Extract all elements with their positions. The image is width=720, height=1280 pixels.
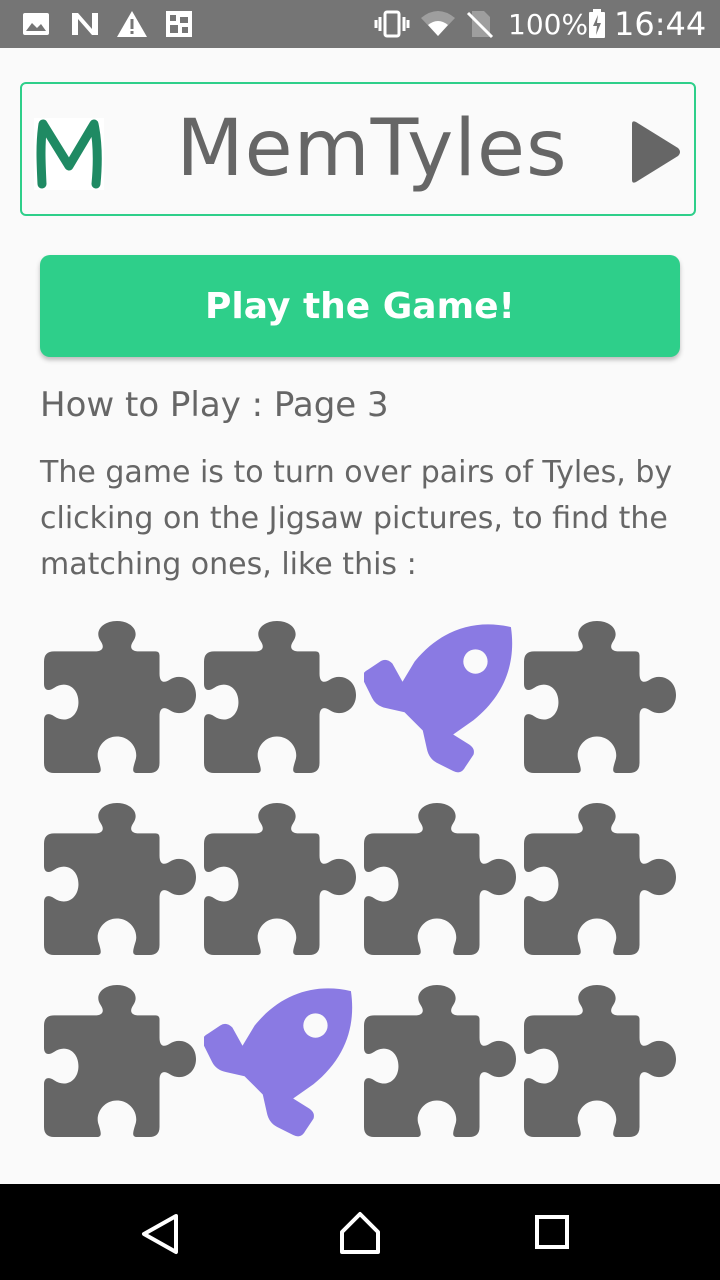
app-header: MemTyles xyxy=(20,82,696,216)
tile-rocket[interactable] xyxy=(202,985,356,1137)
tile-puzzle[interactable] xyxy=(204,803,356,955)
wifi-icon xyxy=(420,0,456,48)
tile-puzzle[interactable] xyxy=(524,985,676,1137)
tile-puzzle[interactable] xyxy=(44,803,196,955)
page-heading: How to Play : Page 3 xyxy=(40,385,389,425)
battery-charging-icon xyxy=(588,0,606,48)
next-page-button[interactable] xyxy=(626,120,682,184)
recents-button[interactable] xyxy=(524,1204,580,1260)
back-button[interactable] xyxy=(132,1204,188,1260)
home-icon xyxy=(340,1212,380,1254)
recents-icon xyxy=(535,1215,569,1249)
instructions-text: The game is to turn over pairs of Tyles,… xyxy=(40,455,673,582)
tile-puzzle[interactable] xyxy=(364,803,516,955)
home-button[interactable] xyxy=(332,1204,388,1260)
play-game-button[interactable]: Play the Game! xyxy=(40,255,680,357)
battery-level: 100% xyxy=(508,7,589,41)
tile-puzzle[interactable] xyxy=(524,803,676,955)
tile-puzzle[interactable] xyxy=(364,985,516,1137)
navigation-bar xyxy=(0,1184,720,1280)
n-app-icon xyxy=(70,0,100,48)
status-bar: 100% 16:44 xyxy=(0,0,720,48)
tile-puzzle[interactable] xyxy=(44,621,196,773)
app-title: MemTyles xyxy=(176,104,568,194)
tile-puzzle[interactable] xyxy=(44,985,196,1137)
clock: 16:44 xyxy=(614,5,707,43)
tile-puzzle[interactable] xyxy=(204,621,356,773)
no-sim-icon xyxy=(466,0,494,48)
tile-rocket[interactable] xyxy=(362,621,516,773)
warning-icon xyxy=(116,0,148,48)
vibrate-icon xyxy=(374,0,410,48)
image-icon xyxy=(22,0,50,48)
tile-puzzle[interactable] xyxy=(524,621,676,773)
memtyles-logo xyxy=(34,118,104,190)
photo-app-icon xyxy=(164,0,194,48)
play-arrow-icon xyxy=(632,121,680,183)
back-icon xyxy=(142,1214,178,1254)
